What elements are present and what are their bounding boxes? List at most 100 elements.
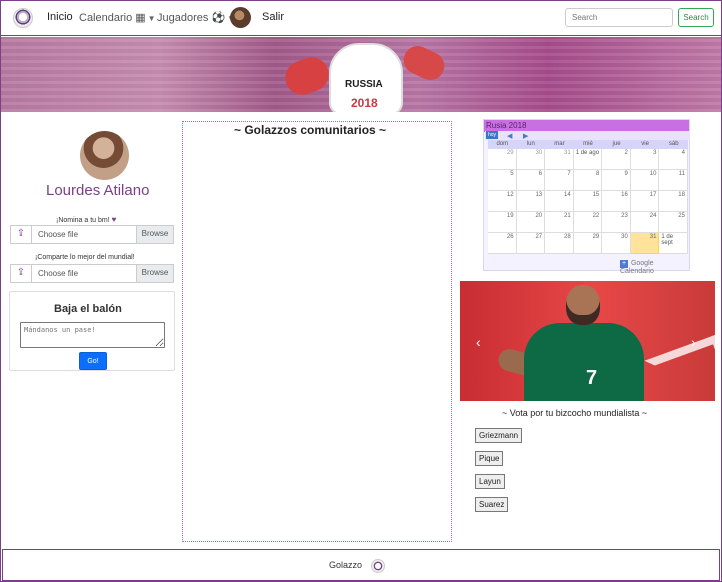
calendar-day[interactable]: 3 bbox=[630, 149, 660, 170]
calendar-day[interactable]: 9 bbox=[602, 170, 631, 191]
calendar-day[interactable]: 28 bbox=[545, 233, 574, 254]
mascot-image: RUSSIA 2018 bbox=[280, 37, 453, 112]
calendar-day[interactable]: 31 bbox=[545, 149, 574, 170]
calendar-grid: dom lun mar mié jue vie sáb 29 30 31 1 d… bbox=[488, 140, 688, 256]
calendar-day[interactable]: 24 bbox=[630, 212, 660, 233]
nav-players-menu[interactable]: Jugadores ⚽▼ bbox=[157, 11, 235, 24]
user-avatar[interactable] bbox=[230, 7, 251, 28]
go-button[interactable]: Go! bbox=[79, 352, 107, 370]
calendar-day[interactable]: 30 bbox=[602, 233, 631, 254]
page: Inicio Calendario ▦▼ Jugadores ⚽▼ Salir … bbox=[0, 0, 722, 582]
calendar-day[interactable]: 22 bbox=[573, 212, 603, 233]
comment-card: Baja el balón Go! bbox=[9, 291, 175, 371]
search-button[interactable]: Search bbox=[678, 8, 714, 27]
upload-icon: ⇪ bbox=[11, 265, 32, 282]
calendar-day[interactable]: 1 de sept bbox=[659, 233, 688, 254]
world-cup-banner: RUSSIA 2018 bbox=[1, 37, 721, 112]
calendar-day[interactable]: 7 bbox=[545, 170, 574, 191]
vote-layun-button[interactable]: Layun bbox=[475, 474, 505, 489]
calendar-day[interactable]: 27 bbox=[516, 233, 546, 254]
file-placeholder: Choose file bbox=[38, 230, 79, 239]
community-title: ~ Golazzos comunitarios ~ bbox=[234, 123, 387, 137]
calendar-day[interactable]: 5 bbox=[488, 170, 517, 191]
calendar-day[interactable]: 12 bbox=[488, 191, 517, 212]
chevron-right-icon[interactable]: › bbox=[691, 334, 696, 350]
google-calendar-footer[interactable]: + Google Calendario bbox=[620, 260, 689, 275]
calendar-week: 29 30 31 1 de ago 2 3 4 bbox=[488, 149, 688, 170]
calendar-footer-label: Calendario bbox=[620, 268, 654, 275]
profile-name: Lourdes Atilano bbox=[46, 182, 150, 199]
calendar-day[interactable]: 8 bbox=[573, 170, 603, 191]
player-carousel[interactable]: 7 ‹ › bbox=[460, 281, 715, 401]
calendar-day[interactable]: 23 bbox=[602, 212, 631, 233]
calendar-day[interactable]: 17 bbox=[630, 191, 660, 212]
calendar-day[interactable]: 6 bbox=[516, 170, 546, 191]
calendar-week: 26 27 28 29 30 31 1 de sept bbox=[488, 233, 688, 254]
chevron-left-icon[interactable]: ‹ bbox=[476, 334, 481, 350]
vote-suarez-button[interactable]: Suarez bbox=[475, 497, 509, 512]
calendar-day[interactable]: 16 bbox=[602, 191, 631, 212]
share-file-input[interactable]: ⇪ Choose file Browse bbox=[10, 264, 174, 283]
calendar-day[interactable]: 25 bbox=[659, 212, 688, 233]
calendar-day[interactable]: 29 bbox=[573, 233, 603, 254]
player-image-body bbox=[524, 323, 644, 401]
browse-button[interactable]: Browse bbox=[136, 226, 173, 243]
mascot-year: 2018 bbox=[351, 96, 378, 110]
calendar-day[interactable]: 14 bbox=[545, 191, 574, 212]
google-calendar-widget[interactable]: Rusia 2018 hoy ◀ ▶ dom lun mar mié jue v… bbox=[483, 119, 690, 275]
community-feed bbox=[182, 121, 452, 542]
nominate-file-input[interactable]: ⇪ Choose file Browse bbox=[10, 225, 174, 244]
calendar-day[interactable]: 20 bbox=[516, 212, 546, 233]
comment-card-title: Baja el balón bbox=[54, 303, 122, 315]
calendar-day[interactable]: 26 bbox=[488, 233, 517, 254]
calendar-day[interactable]: 10 bbox=[630, 170, 660, 191]
mascot-text: RUSSIA bbox=[345, 79, 383, 90]
mascot-arm bbox=[280, 52, 334, 100]
footer-text: Golazzo bbox=[329, 560, 363, 570]
calendar-day[interactable]: 13 bbox=[516, 191, 546, 212]
logout-link[interactable]: Salir bbox=[262, 11, 284, 23]
calendar-day-selected[interactable]: 31 bbox=[630, 233, 660, 254]
nominate-label: ¡Nomina a tu bm! ♥ bbox=[56, 215, 117, 224]
top-navbar: Inicio Calendario ▦▼ Jugadores ⚽▼ Salir … bbox=[1, 1, 721, 36]
share-label: ¡Comparte lo mejor del mundial! bbox=[35, 254, 135, 261]
search-input[interactable] bbox=[565, 8, 673, 27]
nav-home-link[interactable]: Inicio bbox=[47, 11, 73, 23]
calendar-day[interactable]: 30 bbox=[516, 149, 546, 170]
vote-griezmann-button[interactable]: Griezmann bbox=[475, 428, 523, 443]
nav-calendar-menu[interactable]: Calendario ▦ ▼ bbox=[79, 11, 156, 24]
mascot-arm bbox=[399, 41, 449, 85]
calendar-day[interactable]: 29 bbox=[488, 149, 517, 170]
calendar-day[interactable]: 21 bbox=[545, 212, 574, 233]
browse-button[interactable]: Browse bbox=[136, 265, 173, 282]
chevron-right-icon[interactable]: ▶ bbox=[523, 132, 528, 140]
profile-avatar bbox=[80, 131, 129, 180]
vote-pique-button[interactable]: Pique bbox=[475, 451, 504, 466]
calendar-navigation: hoy ◀ ▶ bbox=[485, 131, 690, 140]
calendar-day[interactable]: 2 bbox=[602, 149, 631, 170]
message-textarea[interactable] bbox=[20, 322, 165, 348]
chevron-down-icon: ▼ bbox=[147, 14, 156, 23]
soccer-ball-icon: ⚽ bbox=[211, 12, 226, 24]
upload-icon: ⇪ bbox=[11, 226, 32, 243]
calendar-day[interactable]: 1 de ago bbox=[573, 149, 603, 170]
calendar-day[interactable]: 18 bbox=[659, 191, 688, 212]
calendar-week: 5 6 7 8 9 10 11 bbox=[488, 170, 688, 191]
vote-title: ~ Vota por tu bizcocho mundialista ~ bbox=[502, 408, 648, 418]
today-button[interactable]: hoy bbox=[486, 131, 498, 139]
page-footer: Golazzo bbox=[2, 549, 720, 581]
calendar-day[interactable]: 15 bbox=[573, 191, 603, 212]
plus-icon: + bbox=[620, 260, 628, 268]
calendar-day[interactable]: 19 bbox=[488, 212, 517, 233]
calendar-day[interactable]: 11 bbox=[659, 170, 688, 191]
soccer-ball-icon[interactable] bbox=[13, 8, 33, 28]
chevron-left-icon[interactable]: ◀ bbox=[507, 132, 512, 140]
calendar-week: 12 13 14 15 16 17 18 bbox=[488, 191, 688, 212]
calendar-day-header: dom lun mar mié jue vie sáb bbox=[488, 140, 688, 149]
calendar-week: 19 20 21 22 23 24 25 bbox=[488, 212, 688, 233]
player-jersey-number: 7 bbox=[586, 367, 598, 389]
calendar-day[interactable]: 4 bbox=[659, 149, 688, 170]
nav-players-label: Jugadores bbox=[157, 12, 209, 24]
heart-icon: ♥ bbox=[111, 215, 117, 224]
nav-calendar-label: Calendario bbox=[79, 12, 133, 24]
